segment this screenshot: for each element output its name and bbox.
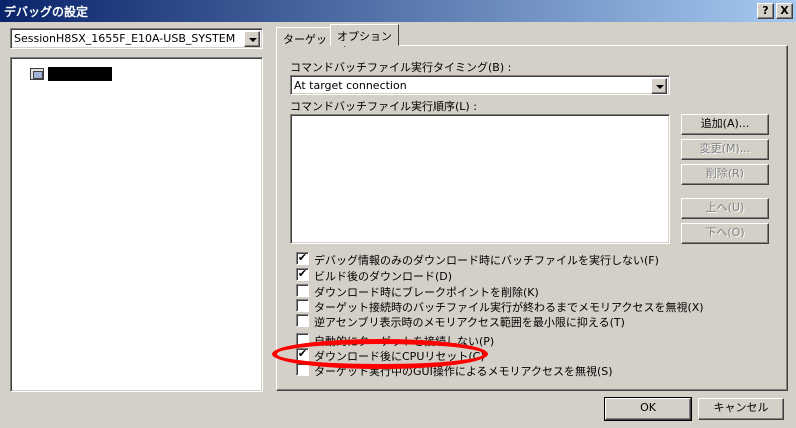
highlight-ellipse: [272, 339, 488, 369]
delete-button[interactable]: 削除(R): [681, 164, 769, 185]
cancel-button[interactable]: キャンセル: [698, 398, 784, 420]
checkbox-label: ビルド後のダウンロード(D): [314, 270, 453, 283]
redacted-tree-label: [48, 67, 112, 81]
title-bar: デバッグの設定: [0, 0, 796, 22]
session-tree[interactable]: [10, 57, 263, 392]
tab-options[interactable]: オプション: [330, 24, 399, 46]
checkbox-box[interactable]: ✔: [296, 268, 309, 281]
checkbox-box[interactable]: [296, 284, 309, 297]
session-combo-value: SessionH8SX_1655F_E10A-USB_SYSTEM: [14, 32, 236, 45]
up-button[interactable]: 上へ(U): [681, 198, 769, 219]
ok-button[interactable]: OK: [604, 397, 692, 421]
add-button[interactable]: 追加(A)...: [681, 114, 769, 135]
checkbox-label: ダウンロード時にブレークポイントを削除(K): [314, 286, 539, 299]
checkbox-box[interactable]: [296, 314, 309, 327]
session-combo[interactable]: SessionH8SX_1655F_E10A-USB_SYSTEM: [10, 28, 263, 49]
change-button[interactable]: 変更(M)...: [681, 139, 769, 160]
batch-file-list[interactable]: [290, 114, 670, 244]
help-button[interactable]: ?: [757, 3, 774, 19]
close-button[interactable]: X: [776, 3, 793, 19]
timing-combo[interactable]: At target connection: [290, 75, 670, 95]
down-button[interactable]: 下へ(O): [681, 223, 769, 244]
checkbox-box[interactable]: ✔: [296, 252, 309, 265]
checkbox-box[interactable]: [296, 299, 309, 312]
checkbox-label: デバッグ情報のみのダウンロード時にバッチファイルを実行しない(F): [314, 254, 659, 267]
checkbox-label: ターゲット接続時のバッチファイル実行が終わるまでメモリアクセスを無視(X): [314, 301, 704, 314]
chevron-down-icon[interactable]: [651, 78, 667, 94]
checkbox-label: 逆アセンブリ表示時のメモリアクセス範囲を最小限に抑える(T): [314, 316, 625, 329]
timing-combo-value: At target connection: [294, 79, 407, 92]
order-label: コマンドバッチファイル実行順序(L) :: [290, 100, 477, 113]
chevron-down-icon[interactable]: [244, 31, 260, 47]
window-title: デバッグの設定: [4, 5, 89, 19]
timing-label: コマンドバッチファイル実行タイミング(B) :: [290, 61, 512, 74]
project-icon: [30, 68, 44, 80]
